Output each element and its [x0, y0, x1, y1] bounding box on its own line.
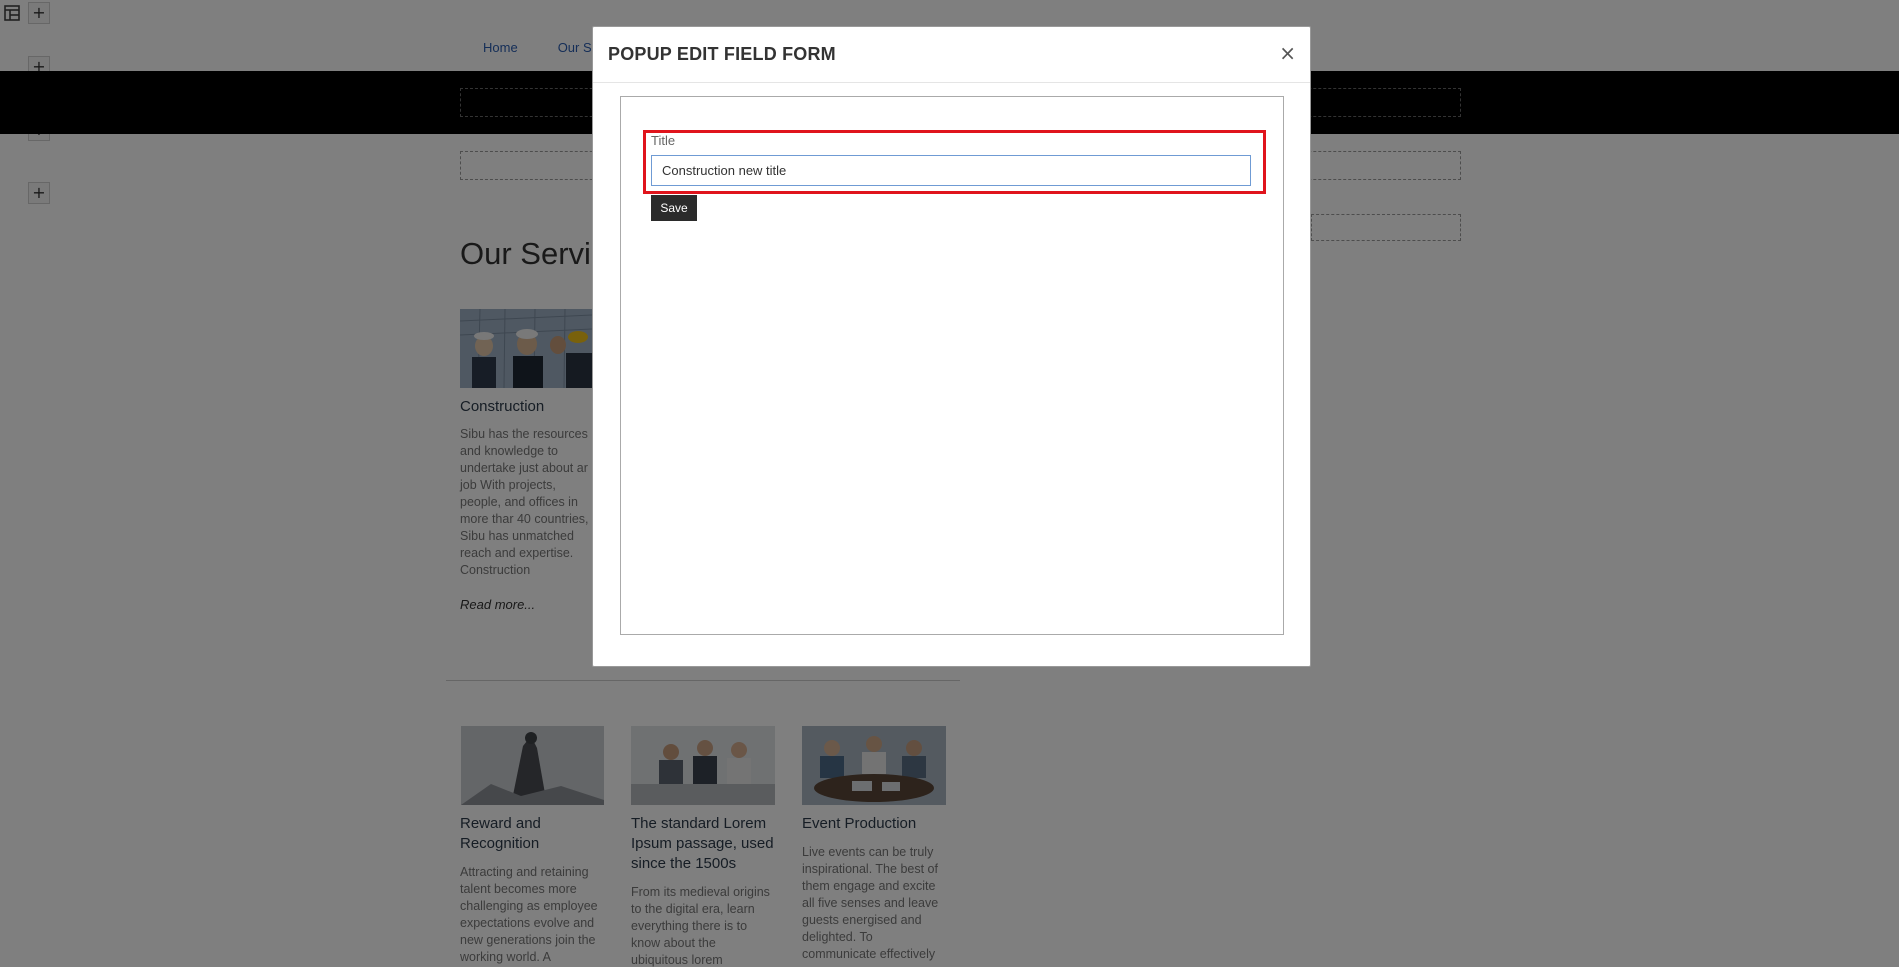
- title-input[interactable]: [651, 155, 1251, 186]
- modal-title: POPUP EDIT FIELD FORM: [608, 44, 836, 64]
- save-button[interactable]: Save: [651, 195, 697, 221]
- title-field-label: Title: [651, 133, 676, 148]
- modal-header: POPUP EDIT FIELD FORM ×: [593, 27, 1310, 83]
- edit-field-modal: POPUP EDIT FIELD FORM ×: [592, 26, 1311, 667]
- close-icon[interactable]: ×: [1279, 41, 1296, 65]
